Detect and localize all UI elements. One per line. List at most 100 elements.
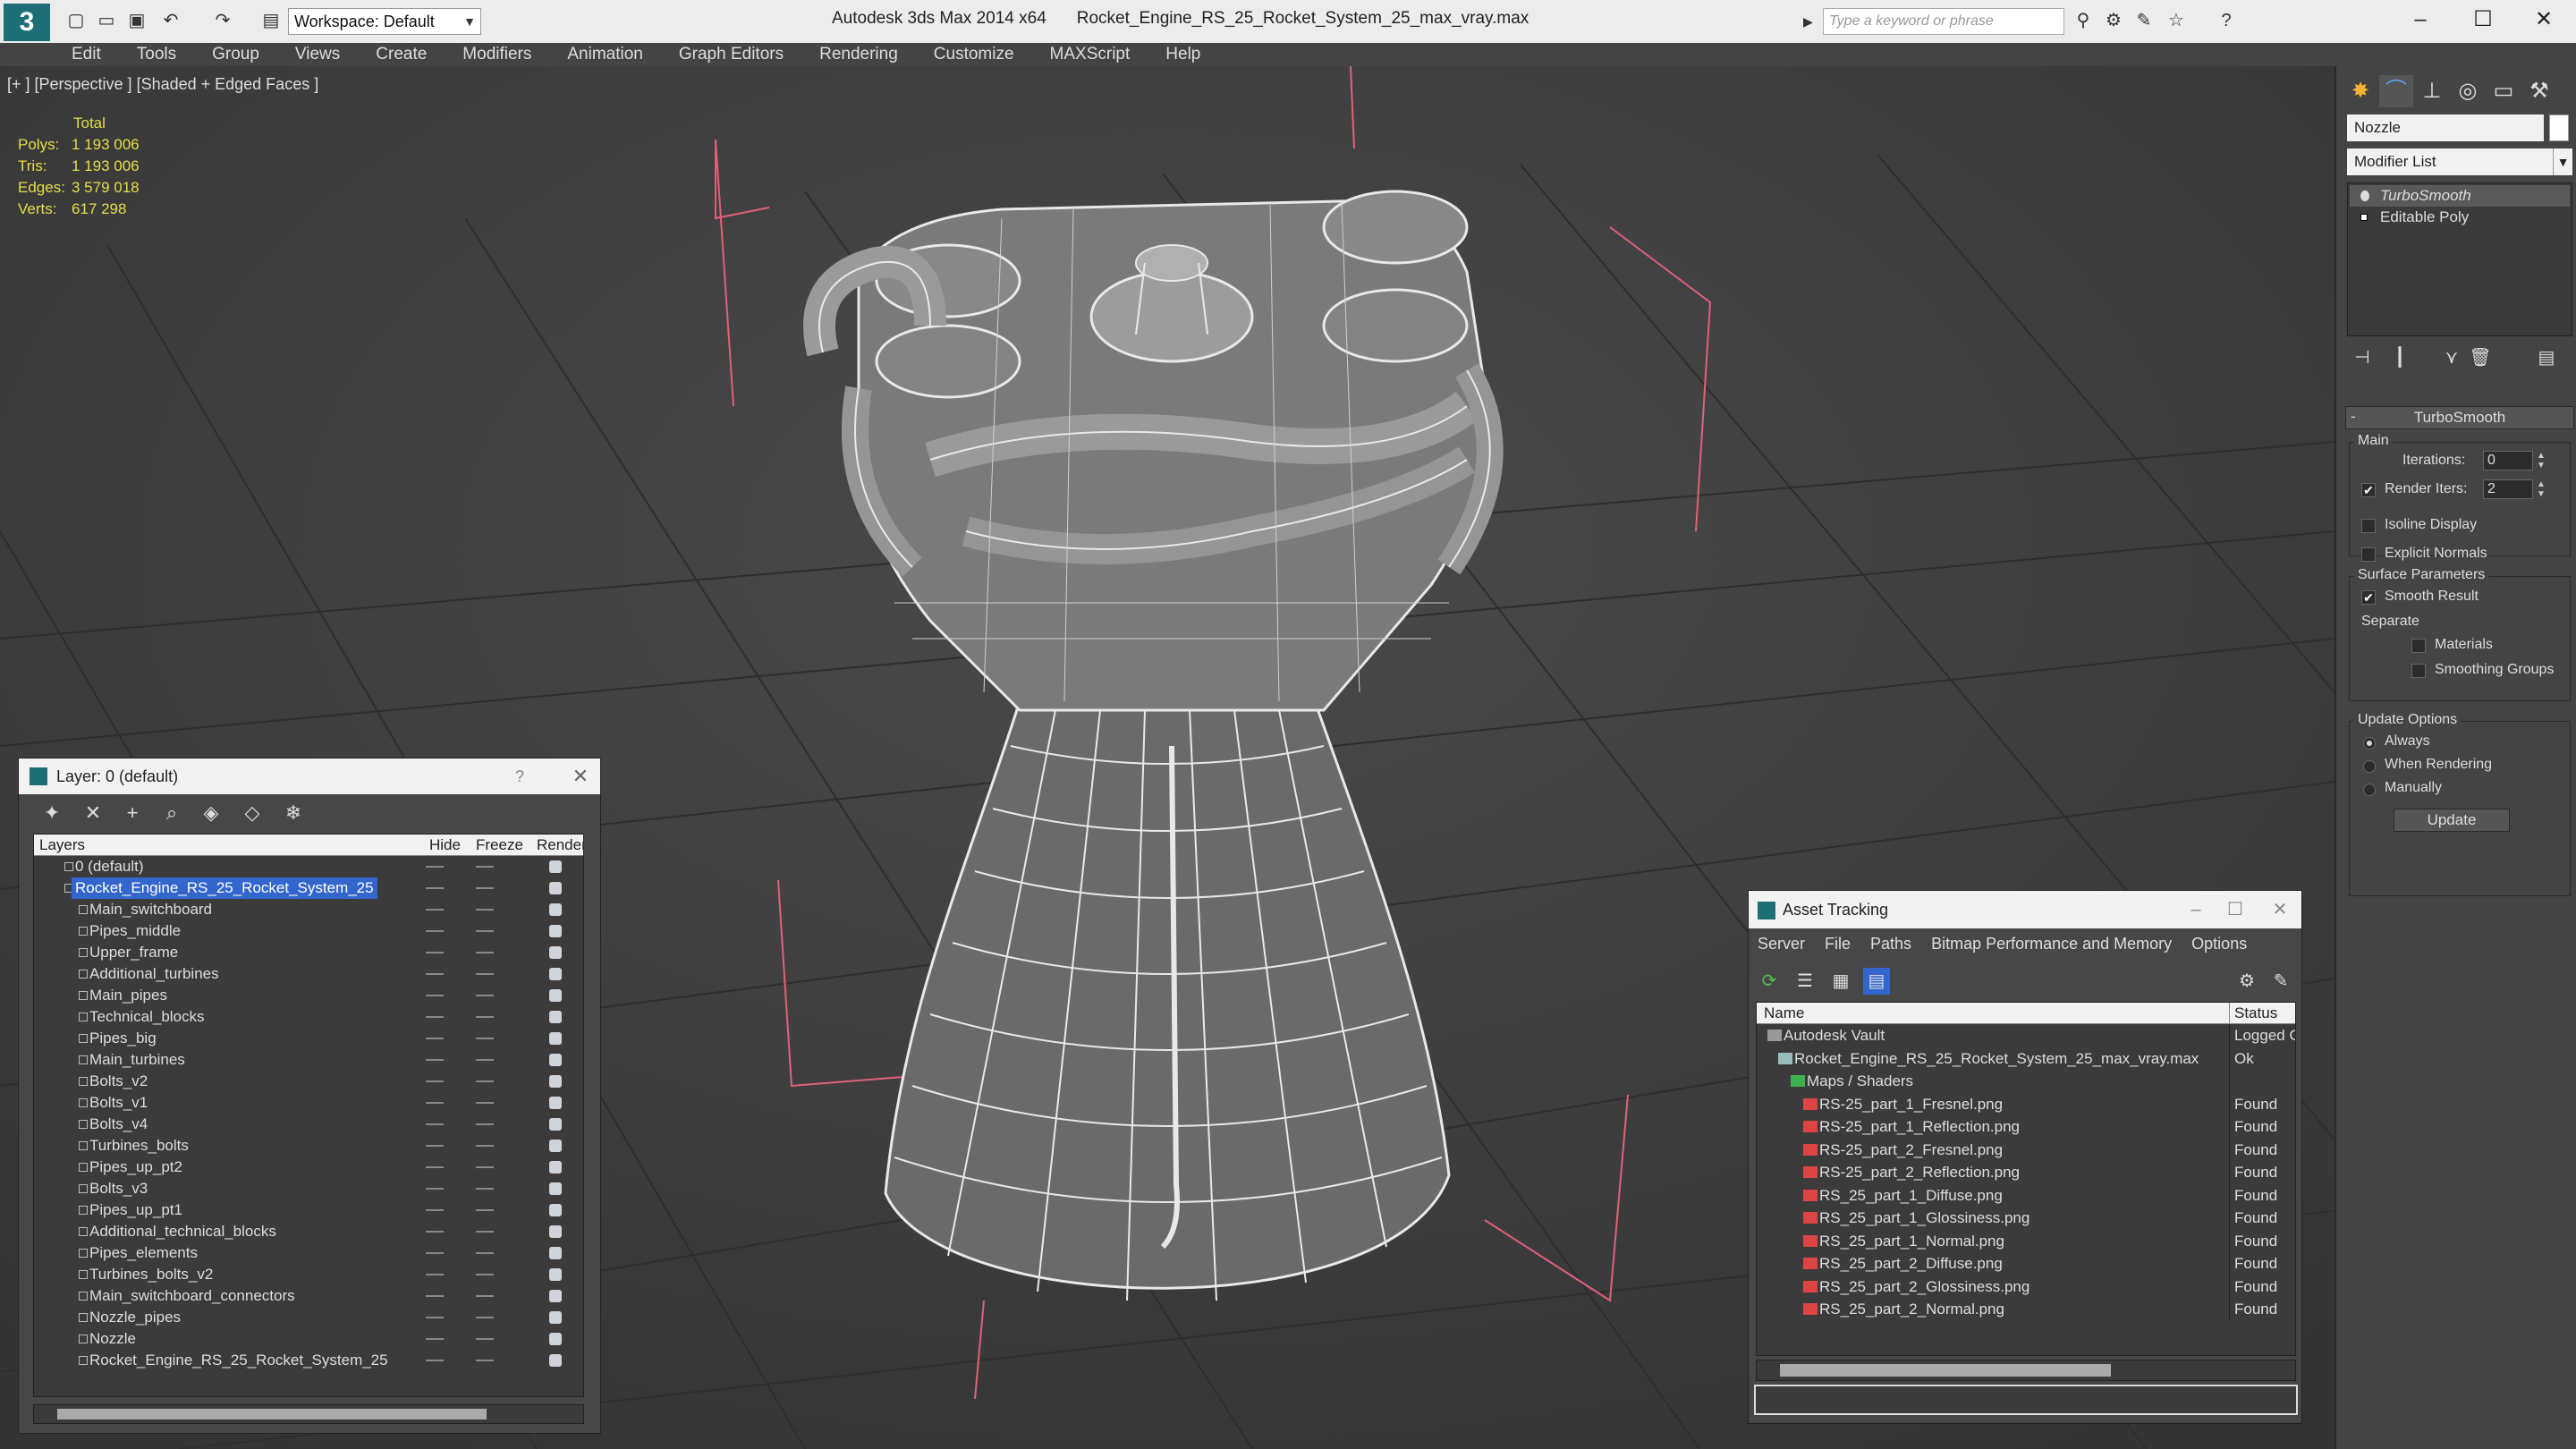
render-teapot-icon[interactable] bbox=[549, 1247, 562, 1259]
menu-views[interactable]: Views bbox=[295, 45, 340, 64]
freeze-toggle[interactable] bbox=[476, 1038, 494, 1039]
chevron-down-icon[interactable]: ▼ bbox=[2553, 148, 2572, 175]
layer-row[interactable]: Technical_blocks bbox=[34, 1006, 583, 1028]
freeze-toggle[interactable] bbox=[476, 1360, 494, 1361]
remove-modifier-icon[interactable]: 🗑 bbox=[2467, 345, 2494, 370]
render-teapot-icon[interactable] bbox=[549, 989, 562, 1002]
when-rendering-radio[interactable] bbox=[2363, 760, 2376, 773]
hide-toggle[interactable] bbox=[426, 1145, 444, 1147]
smoothing-groups-checkbox[interactable] bbox=[2411, 664, 2426, 678]
menu-animation[interactable]: Animation bbox=[567, 45, 643, 64]
layer-row[interactable]: Main_switchboard_connectors bbox=[34, 1285, 583, 1307]
hide-toggle[interactable] bbox=[426, 909, 444, 911]
layer-row[interactable]: Main_turbines bbox=[34, 1049, 583, 1071]
asset-menu-bitmap[interactable]: Bitmap Performance and Memory bbox=[1931, 935, 2172, 953]
asset-row[interactable]: RS_25_part_1_Normal.png Found bbox=[1757, 1229, 2295, 1252]
modifier-list-dropdown[interactable]: Modifier List bbox=[2347, 148, 2553, 175]
maximize-icon[interactable]: ☐ bbox=[2217, 891, 2253, 928]
object-color-swatch[interactable] bbox=[2549, 114, 2569, 141]
asset-row[interactable]: RS-25_part_1_Reflection.png Found bbox=[1757, 1115, 2295, 1138]
freeze-toggle[interactable] bbox=[476, 909, 494, 911]
asset-row[interactable]: RS-25_part_2_Fresnel.png Found bbox=[1757, 1138, 2295, 1161]
render-teapot-icon[interactable] bbox=[549, 1118, 562, 1131]
menu-edit[interactable]: Edit bbox=[72, 45, 101, 64]
help-button[interactable]: ? bbox=[502, 758, 538, 794]
collapse-icon[interactable]: - bbox=[2351, 406, 2356, 428]
freeze-toggle[interactable] bbox=[476, 866, 494, 868]
horizontal-scrollbar[interactable] bbox=[33, 1404, 584, 1424]
scrollbar-thumb[interactable] bbox=[1780, 1364, 2111, 1377]
layer-row[interactable]: Bolts_v4 bbox=[34, 1114, 583, 1135]
render-teapot-icon[interactable] bbox=[549, 946, 562, 959]
undo-icon[interactable]: ↶ bbox=[159, 9, 182, 32]
make-unique-icon[interactable]: ⋎ bbox=[2438, 345, 2465, 370]
layer-row[interactable]: Turbines_bolts bbox=[34, 1135, 583, 1157]
freeze-toggle[interactable] bbox=[476, 973, 494, 975]
save-file-icon[interactable]: ▣ bbox=[125, 9, 148, 32]
layer-row[interactable]: Main_pipes bbox=[34, 985, 583, 1006]
motion-tab-icon[interactable]: ◎ bbox=[2451, 75, 2485, 107]
hide-toggle[interactable] bbox=[426, 1231, 444, 1233]
maximize-icon[interactable]: ☐ bbox=[2451, 2, 2515, 38]
expand-icon[interactable] bbox=[2360, 214, 2368, 221]
freeze-toggle[interactable] bbox=[476, 1123, 494, 1125]
hide-toggle[interactable] bbox=[426, 930, 444, 932]
freeze-toggle[interactable] bbox=[476, 1102, 494, 1104]
iterations-spinner[interactable]: 0 bbox=[2483, 451, 2533, 470]
hide-toggle[interactable] bbox=[426, 1317, 444, 1318]
col-hide[interactable]: Hide bbox=[429, 836, 461, 854]
layer-row[interactable]: 0 (default) bbox=[34, 856, 583, 877]
hide-toggle[interactable] bbox=[426, 866, 444, 868]
manually-radio[interactable] bbox=[2363, 784, 2376, 796]
layer-row[interactable]: Additional_turbines bbox=[34, 963, 583, 985]
layer-row[interactable]: Main_switchboard bbox=[34, 899, 583, 920]
hide-toggle[interactable] bbox=[426, 995, 444, 996]
freeze-toggle[interactable] bbox=[476, 1059, 494, 1061]
freeze-toggle[interactable] bbox=[476, 1166, 494, 1168]
search-expand-icon[interactable]: ▶ bbox=[1803, 9, 1821, 34]
layer-row[interactable]: Bolts_v3 bbox=[34, 1178, 583, 1199]
layer-row[interactable]: Upper_frame bbox=[34, 942, 583, 963]
hide-toggle[interactable] bbox=[426, 1274, 444, 1275]
hierarchy-tab-icon[interactable]: ⊥ bbox=[2415, 75, 2449, 107]
layer-row[interactable]: Pipes_up_pt1 bbox=[34, 1199, 583, 1221]
new-file-icon[interactable]: ▢ bbox=[64, 9, 88, 32]
project-folder-icon[interactable]: ▤ bbox=[259, 9, 283, 32]
render-teapot-icon[interactable] bbox=[549, 1290, 562, 1302]
menu-graph-editors[interactable]: Graph Editors bbox=[679, 45, 784, 64]
hide-toggle[interactable] bbox=[426, 1252, 444, 1254]
scrollbar-thumb[interactable] bbox=[57, 1409, 487, 1419]
refresh-icon[interactable]: ⟳ bbox=[1756, 968, 1783, 995]
freeze-toggle[interactable] bbox=[476, 995, 494, 996]
asset-menu-options[interactable]: Options bbox=[2191, 935, 2247, 953]
asset-row[interactable]: Autodesk Vault Logged O bbox=[1757, 1024, 2295, 1046]
col-layers[interactable]: Layers bbox=[39, 836, 85, 854]
freeze-toggle[interactable] bbox=[476, 887, 494, 889]
asset-row[interactable]: RS_25_part_2_Diffuse.png Found bbox=[1757, 1252, 2295, 1275]
close-icon[interactable]: ✕ bbox=[2512, 2, 2576, 38]
layer-row[interactable]: Pipes_middle bbox=[34, 920, 583, 942]
hide-toggle[interactable] bbox=[426, 1080, 444, 1082]
app-logo-icon[interactable]: 3 bbox=[4, 4, 50, 41]
layer-row[interactable]: Pipes_elements bbox=[34, 1242, 583, 1264]
object-name-input[interactable]: Nozzle bbox=[2347, 114, 2544, 141]
open-file-icon[interactable]: ▭ bbox=[95, 9, 118, 32]
render-teapot-icon[interactable] bbox=[549, 1333, 562, 1345]
close-icon[interactable]: ✕ bbox=[2262, 891, 2298, 928]
menu-group[interactable]: Group bbox=[212, 45, 259, 64]
asset-menu-file[interactable]: File bbox=[1825, 935, 1851, 953]
lightbulb-icon[interactable] bbox=[2360, 191, 2369, 201]
always-radio[interactable] bbox=[2363, 737, 2376, 750]
layer-row[interactable]: Bolts_v2 bbox=[34, 1071, 583, 1092]
smooth-result-checkbox[interactable]: ✔ bbox=[2361, 590, 2376, 605]
asset-menu-paths[interactable]: Paths bbox=[1870, 935, 1911, 953]
render-iters-spinner[interactable]: 2 bbox=[2483, 479, 2533, 499]
hide-toggle[interactable] bbox=[426, 1059, 444, 1061]
asset-menu-server[interactable]: Server bbox=[1758, 935, 1805, 953]
add-selected-icon[interactable]: + bbox=[119, 800, 146, 826]
layer-row[interactable]: Pipes_up_pt2 bbox=[34, 1157, 583, 1178]
close-icon[interactable]: ✕ bbox=[563, 758, 598, 794]
menu-create[interactable]: Create bbox=[376, 45, 427, 64]
menu-customize[interactable]: Customize bbox=[934, 45, 1014, 64]
search-input[interactable]: Type a keyword or phrase bbox=[1823, 8, 2064, 35]
